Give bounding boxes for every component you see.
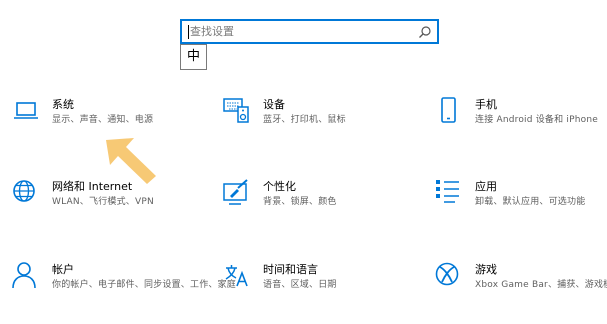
time-language-icon — [225, 265, 248, 287]
tile-phone[interactable]: 手机 连接 Android 设备和 iPhone — [435, 97, 607, 145]
search-box[interactable] — [180, 19, 439, 44]
text-cursor — [188, 25, 189, 39]
tile-devices[interactable]: 设备 蓝牙、打印机、鼠标 — [223, 97, 413, 145]
tile-title: 时间和语言 — [263, 263, 318, 276]
tile-description: 卸载、默认应用、可选功能 — [475, 197, 586, 207]
tile-description: 显示、声音、通知、电源 — [52, 115, 154, 125]
tile-personalization[interactable]: 个性化 背景、锁屏、颜色 — [223, 179, 413, 227]
xbox-icon — [435, 262, 459, 286]
tile-description: 背景、锁屏、颜色 — [263, 197, 337, 207]
phone-icon — [441, 97, 456, 123]
search-input[interactable] — [190, 22, 415, 41]
keyboard-speaker-icon — [223, 98, 249, 123]
tile-title: 个性化 — [263, 180, 296, 193]
annotation-arrow — [106, 138, 156, 184]
tile-description: 语音、区域、日期 — [263, 280, 337, 290]
tile-title: 系统 — [52, 98, 74, 111]
tile-title: 设备 — [263, 98, 285, 111]
tile-title: 游戏 — [475, 263, 497, 276]
paintbrush-icon — [223, 179, 248, 205]
tile-time-language[interactable]: 时间和语言 语音、区域、日期 — [223, 262, 413, 310]
tile-description: WLAN、飞行模式、VPN — [52, 197, 154, 207]
laptop-icon — [14, 102, 38, 119]
tile-title: 应用 — [475, 180, 497, 193]
tile-accounts[interactable]: 帐户 你的帐户、电子邮件、同步设置、工作、家庭 — [12, 262, 236, 310]
apps-list-icon — [436, 180, 459, 203]
ime-indicator[interactable]: 中 — [180, 44, 207, 70]
globe-icon — [13, 180, 35, 202]
tile-gaming[interactable]: 游戏 Xbox Game Bar、捕获、游戏模式 — [435, 262, 607, 310]
search-icon[interactable] — [418, 25, 432, 39]
tile-title: 帐户 — [52, 263, 74, 276]
tile-description: 你的帐户、电子邮件、同步设置、工作、家庭 — [52, 280, 237, 290]
tile-description: 蓝牙、打印机、鼠标 — [263, 115, 346, 125]
tile-description: 连接 Android 设备和 iPhone — [475, 115, 598, 125]
person-icon — [12, 262, 36, 289]
tile-title: 手机 — [475, 98, 497, 111]
tile-description: Xbox Game Bar、捕获、游戏模式 — [475, 280, 607, 290]
tile-apps[interactable]: 应用 卸载、默认应用、可选功能 — [435, 179, 607, 227]
